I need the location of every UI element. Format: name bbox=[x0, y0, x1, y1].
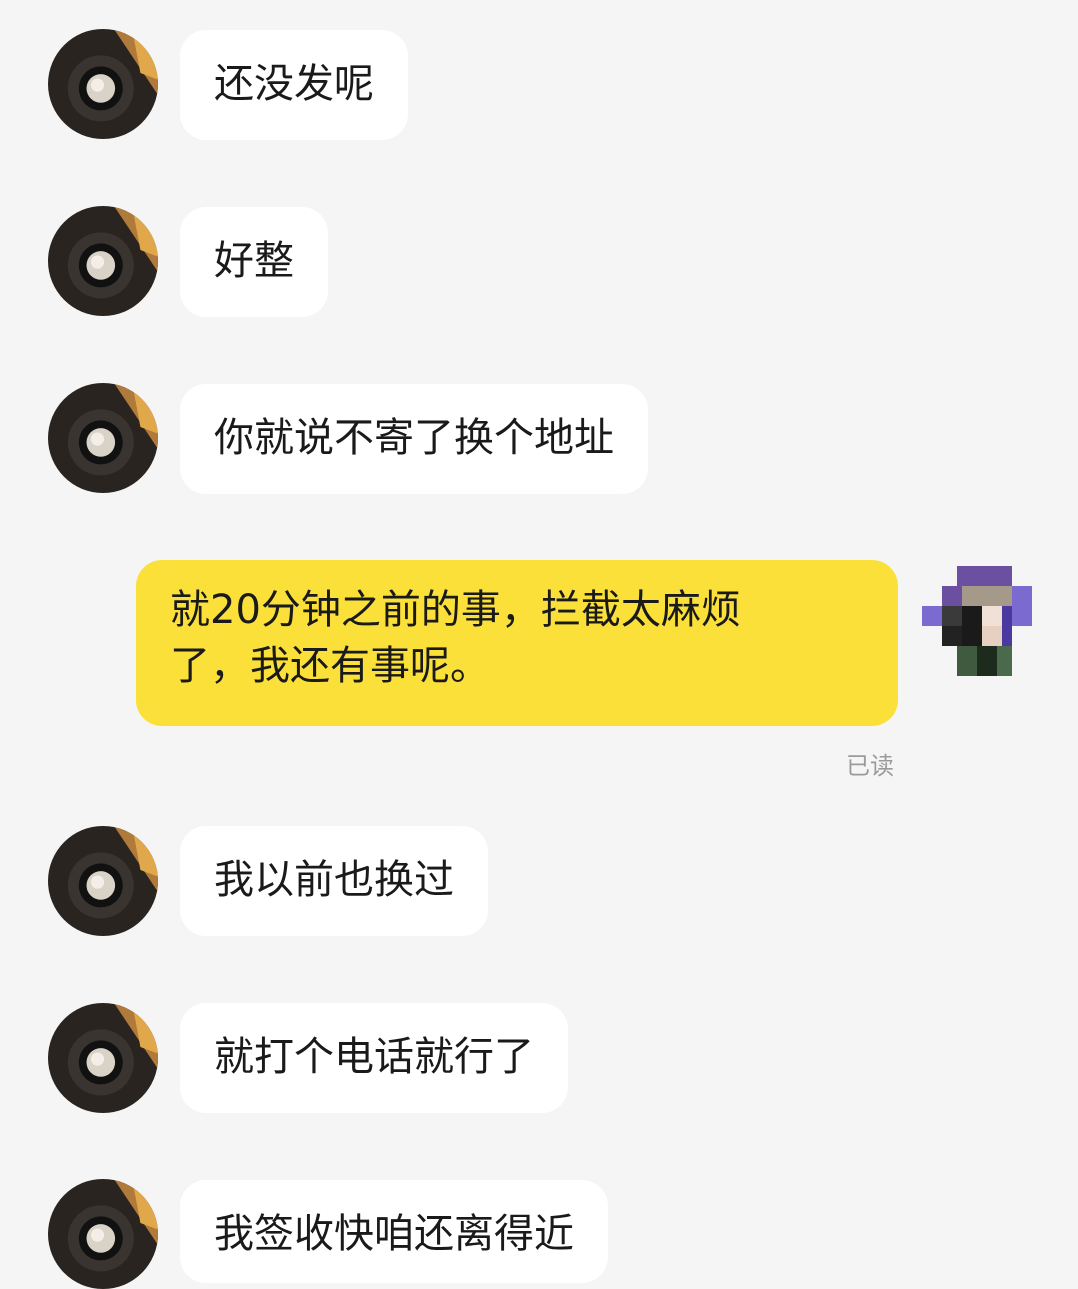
message-text: 我签收快咱还离得近 bbox=[214, 1211, 574, 1257]
message-text: 我以前也换过 bbox=[214, 857, 454, 903]
lens-avatar-icon bbox=[48, 29, 158, 139]
contact-avatar[interactable] bbox=[48, 29, 158, 139]
message-text: 你就说不寄了换个地址 bbox=[214, 415, 614, 461]
message-text-line: 了，我还有事呢。 bbox=[170, 643, 490, 689]
message-text: 就打个电话就行了 bbox=[214, 1034, 534, 1080]
contact-avatar[interactable] bbox=[48, 826, 158, 936]
read-status: 已读 bbox=[846, 752, 894, 780]
message-bubble[interactable]: 还没发呢 bbox=[180, 30, 408, 140]
message-text: 还没发呢 bbox=[214, 61, 374, 107]
contact-avatar[interactable] bbox=[48, 1179, 158, 1289]
outgoing-message-bubble[interactable]: 就20分钟之前的事，拦截太麻烦 了，我还有事呢。 bbox=[136, 560, 898, 726]
contact-avatar[interactable] bbox=[48, 1003, 158, 1113]
pixelated-avatar-icon bbox=[922, 566, 1032, 676]
contact-avatar[interactable] bbox=[48, 206, 158, 316]
lens-avatar-icon bbox=[48, 1003, 158, 1113]
message-bubble[interactable]: 就打个电话就行了 bbox=[180, 1003, 568, 1113]
message-bubble[interactable]: 你就说不寄了换个地址 bbox=[180, 384, 648, 494]
lens-avatar-icon bbox=[48, 1179, 158, 1289]
self-avatar[interactable] bbox=[922, 566, 1032, 676]
message-bubble[interactable]: 好整 bbox=[180, 207, 328, 317]
message-bubble[interactable]: 我签收快咱还离得近 bbox=[180, 1180, 608, 1283]
chat-area: 还没发呢 好整 你就说不寄了换个地址 就20分钟之前的事，拦截太麻烦 了，我还有… bbox=[0, 0, 1078, 1289]
message-text-line: 就20分钟之前的事，拦截太麻烦 bbox=[170, 587, 741, 633]
message-text: 好整 bbox=[214, 238, 294, 284]
message-bubble[interactable]: 我以前也换过 bbox=[180, 826, 488, 936]
lens-avatar-icon bbox=[48, 826, 158, 936]
lens-avatar-icon bbox=[48, 383, 158, 493]
lens-avatar-icon bbox=[48, 206, 158, 316]
contact-avatar[interactable] bbox=[48, 383, 158, 493]
